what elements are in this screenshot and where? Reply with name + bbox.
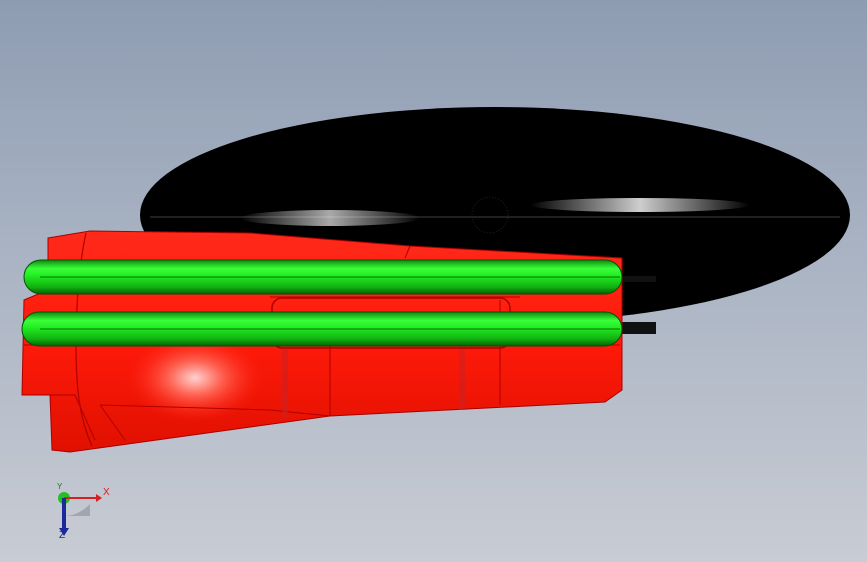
3d-model[interactable] xyxy=(0,0,867,562)
green-rail-upper[interactable] xyxy=(23,259,623,295)
graphics-viewport[interactable]: X Y Z xyxy=(0,0,867,562)
green-rail-lower[interactable] xyxy=(21,311,623,347)
z-axis-label: Z xyxy=(59,530,66,541)
x-axis-label: X xyxy=(103,487,110,498)
y-axis-label: Y xyxy=(57,482,63,491)
reference-triad: X Y Z xyxy=(40,482,120,552)
